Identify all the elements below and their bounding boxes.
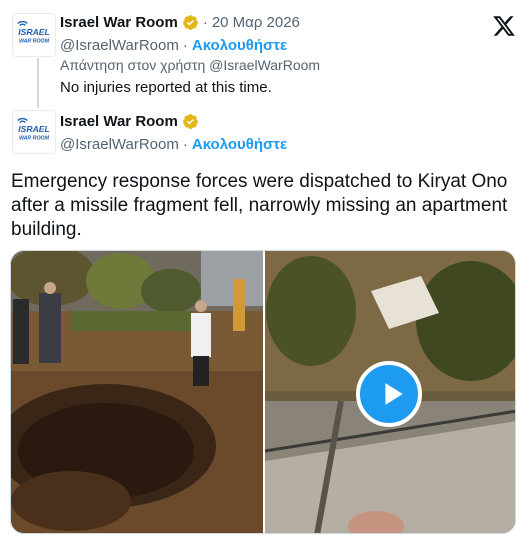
avatar[interactable]: ISRAEL WAR ROOM <box>12 110 56 154</box>
israel-war-room-logo: ISRAEL WAR ROOM <box>13 111 55 153</box>
avatar-logo-line1: ISRAEL <box>18 27 49 37</box>
separator-dot: · <box>182 136 188 153</box>
author-name[interactable]: Israel War Room <box>60 113 178 130</box>
x-logo-icon[interactable] <box>492 14 516 38</box>
play-button[interactable] <box>356 361 422 427</box>
avatar-logo-line2: WAR ROOM <box>19 39 50 45</box>
follow-button[interactable]: Ακολουθήστε <box>192 37 287 54</box>
author-handle[interactable]: @IsraelWarRoom <box>60 37 179 54</box>
israel-war-room-logo: ISRAEL WAR ROOM <box>13 14 55 56</box>
thread-line <box>37 58 39 108</box>
video-still-left <box>11 251 263 533</box>
avatar-logo-line1: ISRAEL <box>18 124 49 134</box>
follow-button[interactable]: Ακολουθήστε <box>192 136 287 153</box>
author-name[interactable]: Israel War Room <box>60 14 178 31</box>
tweet-date[interactable]: 20 Μαρ 2026 <box>212 14 300 31</box>
reply-to-label[interactable]: Απάντηση στον χρήστη @IsraelWarRoom <box>60 57 320 73</box>
tweet-media[interactable] <box>10 250 516 534</box>
separator-dot: · <box>202 14 208 31</box>
reply-tweet-text: No injuries reported at this time. <box>60 79 272 96</box>
author-handle[interactable]: @IsraelWarRoom <box>60 136 179 153</box>
verified-badge-icon <box>182 113 199 130</box>
separator-dot: · <box>182 37 188 54</box>
verified-badge-icon <box>182 14 199 31</box>
avatar[interactable]: ISRAEL WAR ROOM <box>12 13 56 57</box>
tweet-text: Emergency response forces were dispatche… <box>11 171 508 240</box>
avatar-logo-line2: WAR ROOM <box>19 136 50 142</box>
play-icon <box>385 383 403 405</box>
